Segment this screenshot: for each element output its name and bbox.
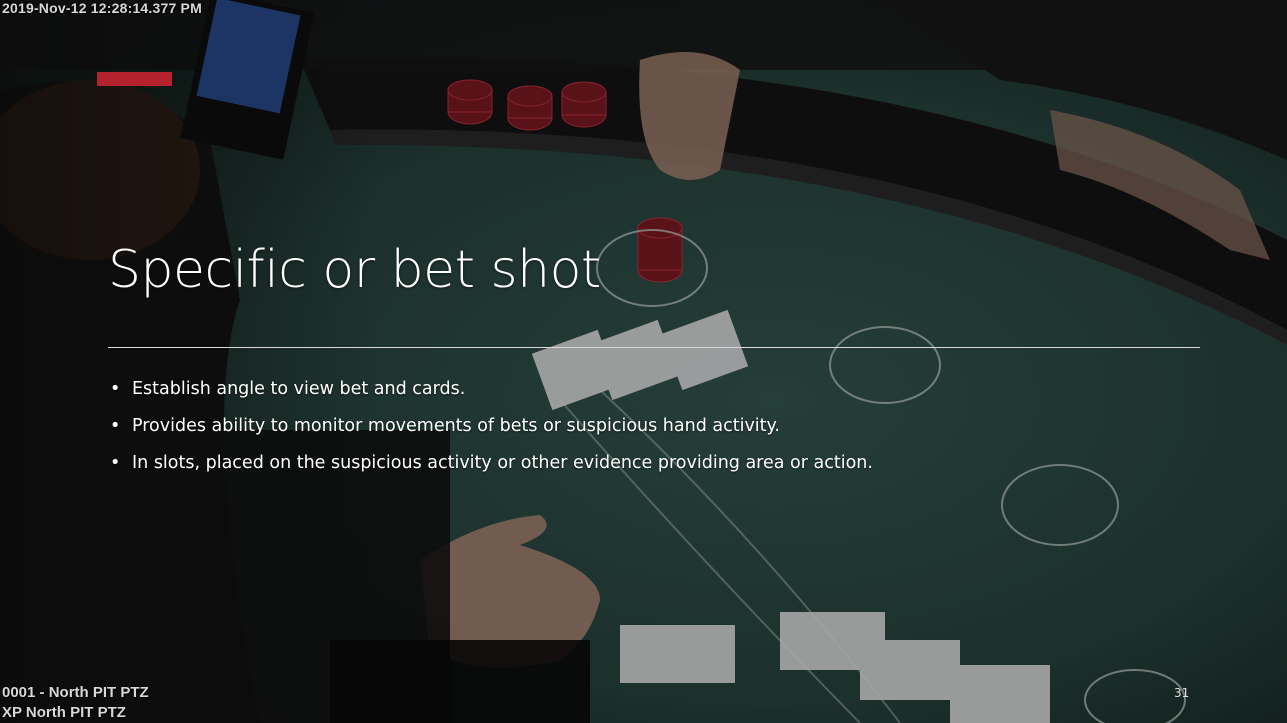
bullet-item: • Provides ability to monitor movements … <box>110 415 873 437</box>
bullet-text: Establish angle to view bet and cards. <box>132 379 466 399</box>
bullet-dot-icon: • <box>110 379 121 399</box>
camera-label: 0001 - North PIT PTZ <box>2 684 149 701</box>
slide: 2019-Nov-12 12:28:14.377 PM Specific or … <box>0 0 1287 723</box>
bullet-text: In slots, placed on the suspicious activ… <box>132 453 873 473</box>
bullet-item: • In slots, placed on the suspicious act… <box>110 452 873 474</box>
slide-title: Specific or bet shot <box>108 240 601 300</box>
bullet-list: • Establish angle to view bet and cards.… <box>110 378 873 489</box>
bullet-dot-icon: • <box>110 453 121 473</box>
title-divider <box>108 347 1200 348</box>
bullet-dot-icon: • <box>110 416 121 436</box>
camera-sublabel: XP North PIT PTZ <box>2 704 126 721</box>
accent-bar <box>97 72 172 86</box>
bullet-item: • Establish angle to view bet and cards. <box>110 378 873 400</box>
page-number: 31 <box>1174 686 1190 700</box>
background-photo <box>0 0 1287 723</box>
camera-timestamp: 2019-Nov-12 12:28:14.377 PM <box>2 0 202 16</box>
bullet-text: Provides ability to monitor movements of… <box>132 416 780 436</box>
